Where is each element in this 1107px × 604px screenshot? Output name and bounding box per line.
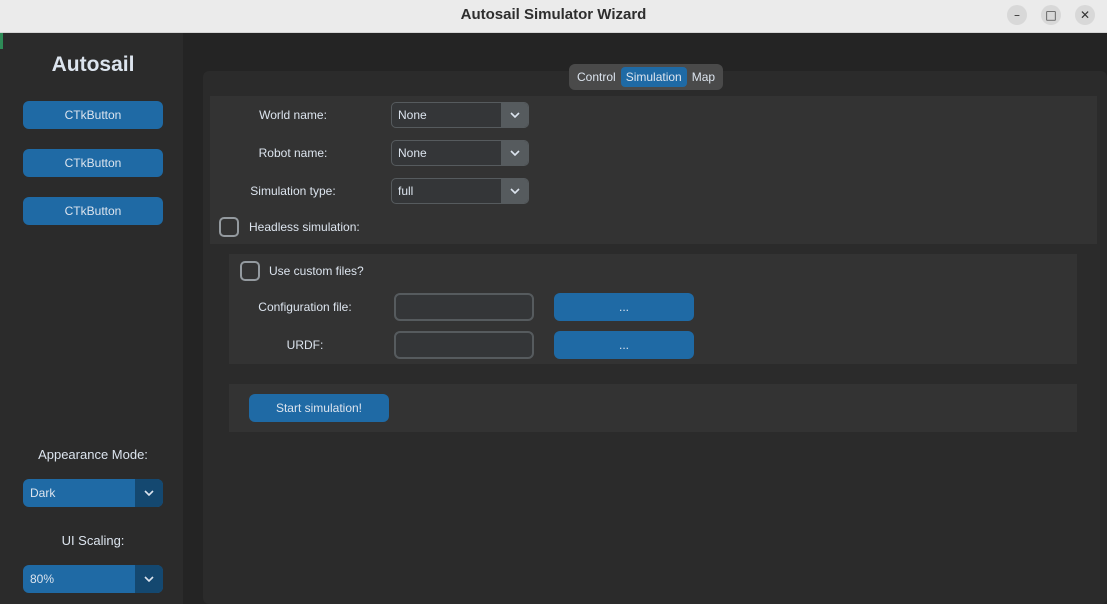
- window-title: Autosail Simulator Wizard: [460, 6, 647, 23]
- tab-control[interactable]: Control: [572, 67, 621, 87]
- appearance-mode-value: Dark: [30, 486, 56, 500]
- chevron-down-icon[interactable]: [501, 103, 528, 127]
- simulation-type-label: Simulation type:: [250, 184, 336, 198]
- configuration-file-browse-button[interactable]: ...: [554, 293, 694, 321]
- maximize-button[interactable]: □: [1041, 5, 1061, 25]
- start-panel: Start simulation!: [229, 384, 1077, 432]
- appearance-mode-label: Appearance Mode:: [38, 447, 148, 462]
- sidebar-button-1[interactable]: CTkButton: [23, 101, 163, 129]
- chevron-down-icon[interactable]: [501, 179, 528, 203]
- tab-selector: Control Simulation Map: [569, 64, 724, 90]
- sidebar-button-3[interactable]: CTkButton: [23, 197, 163, 225]
- main-area: Control Simulation Map World name: None …: [183, 33, 1107, 604]
- custom-files-label: Use custom files?: [269, 264, 364, 278]
- chevron-down-icon[interactable]: [501, 141, 528, 165]
- close-button[interactable]: ✕: [1075, 5, 1095, 25]
- world-name-label: World name:: [259, 108, 327, 122]
- configuration-file-label: Configuration file:: [258, 300, 352, 314]
- window-titlebar: Autosail Simulator Wizard – □ ✕: [0, 0, 1107, 33]
- chevron-down-icon[interactable]: [135, 565, 163, 593]
- configuration-file-input[interactable]: [394, 293, 534, 321]
- simulation-type-value: full: [398, 184, 414, 198]
- appearance-mode-select[interactable]: Dark: [23, 479, 163, 507]
- start-simulation-button[interactable]: Start simulation!: [249, 394, 389, 422]
- tab-map[interactable]: Map: [687, 67, 720, 87]
- ui-scaling-label: UI Scaling:: [61, 533, 125, 548]
- custom-files-checkbox[interactable]: [240, 261, 260, 281]
- chevron-down-icon[interactable]: [135, 479, 163, 507]
- tab-simulation[interactable]: Simulation: [620, 67, 687, 87]
- ui-scaling-value: 80%: [30, 572, 55, 586]
- headless-checkbox[interactable]: [219, 217, 239, 237]
- urdf-browse-button[interactable]: ...: [554, 331, 694, 359]
- ui-scaling-select[interactable]: 80%: [23, 565, 163, 593]
- sidebar-button-2[interactable]: CTkButton: [23, 149, 163, 177]
- simulation-settings-panel: World name: None Robot name: None Simula…: [210, 96, 1097, 244]
- headless-label: Headless simulation:: [249, 220, 360, 234]
- urdf-input[interactable]: [394, 331, 534, 359]
- world-name-value: None: [398, 108, 427, 122]
- sidebar: Autosail CTkButton CTkButton CTkButton A…: [3, 33, 183, 604]
- custom-files-panel: Use custom files? Configuration file: ..…: [229, 254, 1077, 364]
- robot-name-select[interactable]: None: [391, 140, 529, 166]
- robot-name-value: None: [398, 146, 427, 160]
- minimize-button[interactable]: –: [1007, 5, 1027, 25]
- world-name-select[interactable]: None: [391, 102, 529, 128]
- robot-name-label: Robot name:: [258, 146, 328, 160]
- urdf-label: URDF:: [286, 338, 324, 352]
- simulation-type-select[interactable]: full: [391, 178, 529, 204]
- app-logo: Autosail: [51, 53, 135, 76]
